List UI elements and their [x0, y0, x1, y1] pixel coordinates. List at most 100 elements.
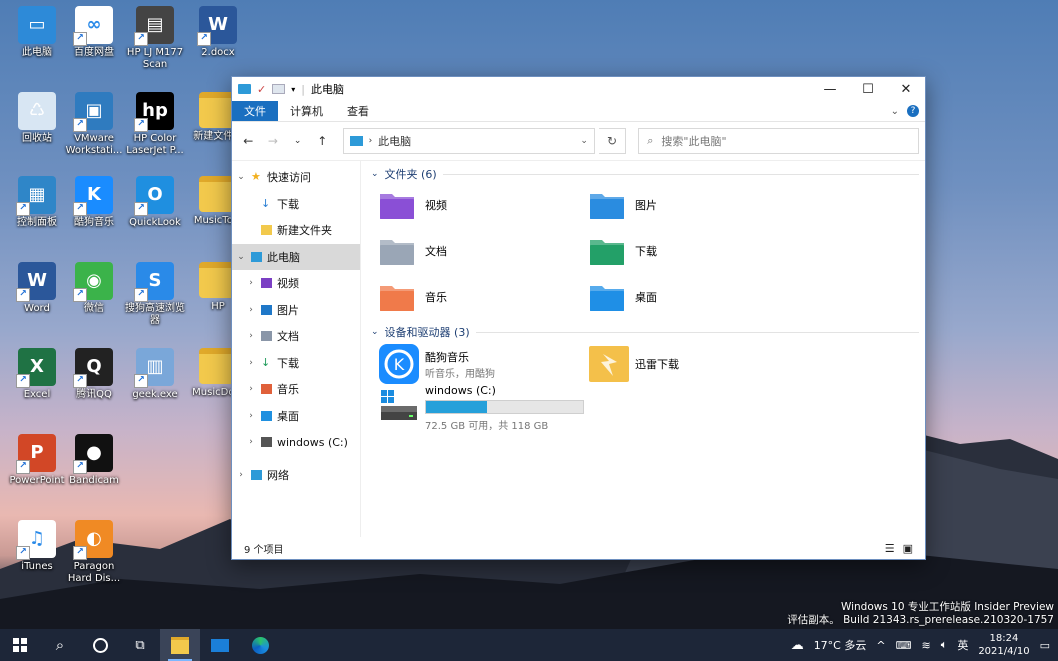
forward-arrow-icon[interactable]: → — [263, 134, 284, 148]
desktop-icon[interactable]: ◉ ↗ 微信 — [63, 262, 125, 315]
chevron-right-icon[interactable]: › — [246, 411, 256, 421]
new-folder-icon[interactable] — [272, 84, 286, 94]
expand-ribbon-chevron-icon[interactable]: ⌄ — [891, 106, 899, 117]
wifi-icon[interactable]: ≋ — [921, 639, 930, 652]
address-dropdown-icon[interactable]: ⌄ — [580, 136, 588, 146]
desktop-icon — [261, 410, 272, 421]
chevron-right-icon[interactable]: › — [236, 470, 246, 480]
desktop-icon[interactable]: W ↗ Word — [6, 262, 68, 315]
folder-tile[interactable]: 图片 — [589, 182, 799, 228]
group-collapse-chevron-icon[interactable]: ⌄ — [371, 169, 379, 179]
tab-computer[interactable]: 计算机 — [278, 101, 335, 121]
folder-tile[interactable]: 桌面 — [589, 274, 799, 320]
desktop-folder-icon — [589, 282, 625, 312]
chevron-down-icon[interactable]: ⌄ — [236, 252, 246, 262]
desktop-icon[interactable]: ♺ 回收站 — [6, 92, 68, 145]
folder-tile[interactable]: 文档 — [379, 228, 589, 274]
group-collapse-chevron-icon[interactable]: ⌄ — [371, 327, 379, 337]
customize-toolbar-chevron-icon[interactable]: ▾ — [291, 85, 295, 94]
title-bar[interactable]: ✓ ▾ | 此电脑 — ☐ ✕ — [232, 77, 925, 101]
sidebar-item[interactable]: › 网络 — [232, 462, 360, 489]
desktop-icon[interactable]: ▣ ↗ VMware Workstati... — [63, 92, 125, 157]
maximize-button[interactable]: ☐ — [849, 77, 887, 101]
folder-tile[interactable]: 下载 — [589, 228, 799, 274]
taskbar-mail[interactable] — [200, 629, 240, 661]
clock[interactable]: 18:24 2021/4/10 — [978, 632, 1029, 658]
volume-icon[interactable]: 🔈︎ — [941, 638, 948, 652]
help-icon[interactable]: ? — [907, 105, 919, 117]
desktop-icon[interactable]: ▭ 此电脑 — [6, 6, 68, 59]
tab-file[interactable]: 文件 — [232, 101, 278, 121]
cortana-button[interactable] — [80, 629, 120, 661]
computer-icon — [349, 136, 363, 146]
desktop-icon[interactable]: Q ↗ 腾讯QQ — [63, 348, 125, 401]
chevron-right-icon[interactable]: › — [246, 437, 256, 447]
sidebar-item[interactable]: › windows (C:) — [232, 429, 360, 456]
desktop-icon[interactable]: X ↗ Excel — [6, 348, 68, 401]
sidebar-item[interactable]: › 图片 — [232, 297, 360, 324]
desktop-icon[interactable]: ▦ ↗ 控制面板 — [6, 176, 68, 229]
desktop-icon[interactable]: ▤ ↗ HP LJ M177 Scan — [124, 6, 186, 71]
taskbar-edge[interactable] — [240, 629, 280, 661]
desktop-icon[interactable]: W ↗ 2.docx — [187, 6, 249, 59]
sidebar-item[interactable]: 新建文件夹 — [232, 217, 360, 244]
device-tile[interactable]: 迅雷下载 — [589, 340, 799, 388]
desktop-icon[interactable]: hp ↗ HP Color LaserJet P... — [124, 92, 186, 157]
desktop-icon[interactable]: ♫ ↗ iTunes — [6, 520, 68, 573]
address-bar[interactable]: › 此电脑 ⌄ — [342, 128, 595, 154]
chevron-down-icon[interactable]: ⌄ — [236, 172, 246, 182]
search-input[interactable]: 搜索"此电脑" — [661, 133, 726, 149]
chevron-right-icon[interactable]: › — [246, 384, 256, 394]
sidebar-item[interactable]: › 音乐 — [232, 376, 360, 403]
task-view-button[interactable]: ⧉ — [120, 629, 160, 661]
refresh-icon[interactable]: ↻ — [598, 128, 627, 154]
sidebar-item-label: 桌面 — [277, 409, 299, 423]
breadcrumb-this-pc[interactable]: 此电脑 — [378, 133, 411, 149]
desktop-icon[interactable]: S ↗ 搜狗高速浏览器 — [124, 262, 186, 327]
up-arrow-icon[interactable]: ↑ — [312, 134, 333, 148]
sidebar-item[interactable]: › 桌面 — [232, 403, 360, 430]
recent-locations-chevron-icon[interactable]: ⌄ — [287, 136, 308, 146]
tab-view[interactable]: 查看 — [335, 101, 381, 121]
sidebar-item[interactable]: ⌄ 此电脑 — [232, 243, 360, 270]
show-hidden-icons-icon[interactable]: ^ — [876, 639, 885, 652]
back-arrow-icon[interactable]: ← — [238, 134, 259, 148]
search-box[interactable]: ⌕ 搜索"此电脑" — [638, 128, 919, 154]
sidebar-item[interactable]: ⌄ ★ 快速访问 — [232, 164, 360, 191]
devices-group-header[interactable]: ⌄ 设备和驱动器 (3) — [371, 324, 919, 340]
notification-icon[interactable]: ▭ — [1040, 639, 1050, 652]
minimize-button[interactable]: — — [811, 77, 849, 101]
device-tile[interactable]: windows (C:) 72.5 GB 可用，共 118 GB — [379, 384, 589, 432]
chevron-right-icon[interactable]: › — [246, 305, 256, 315]
close-button[interactable]: ✕ — [887, 77, 925, 101]
desktop-icon[interactable]: O ↗ QuickLook — [124, 176, 186, 229]
chevron-right-icon[interactable]: › — [246, 278, 256, 288]
sidebar-item[interactable]: › 文档 — [232, 323, 360, 350]
folders-group-header[interactable]: ⌄ 文件夹 (6) — [371, 166, 919, 182]
sidebar-item[interactable]: › ↓ 下载 — [232, 350, 360, 377]
chevron-right-icon[interactable]: › — [246, 358, 256, 368]
file-explorer-window[interactable]: ✓ ▾ | 此电脑 — ☐ ✕ 文件 计算机 查看 ⌄ ? ← → ⌄ ↑ › … — [231, 76, 926, 560]
cloud-weather-icon[interactable]: ☁ — [791, 638, 804, 653]
folder-tile[interactable]: 音乐 — [379, 274, 589, 320]
desktop-icon[interactable]: ▥ ↗ geek.exe — [124, 348, 186, 401]
details-view-icon[interactable]: ☰ — [885, 542, 895, 555]
desktop-icon[interactable]: P ↗ PowerPoint — [6, 434, 68, 487]
desktop-icon[interactable]: ◐ ↗ Paragon Hard Dis... — [63, 520, 125, 585]
weather-text[interactable]: 17°C 多云 — [814, 637, 867, 653]
device-tile[interactable]: K 酷狗音乐 听音乐，用酷狗 — [379, 340, 589, 388]
large-icons-view-icon[interactable]: ▣ — [903, 542, 913, 555]
taskbar-file-explorer[interactable] — [160, 629, 200, 661]
desktop-icon[interactable]: ∞ ↗ 百度网盘 — [63, 6, 125, 59]
search-button[interactable]: ⌕ — [40, 629, 80, 661]
input-method-indicator[interactable]: 英 — [957, 637, 968, 653]
desktop-icon[interactable]: K ↗ 酷狗音乐 — [63, 176, 125, 229]
folder-tile[interactable]: 视频 — [379, 182, 589, 228]
sidebar-item[interactable]: ↓ 下载 — [232, 191, 360, 218]
sidebar-item[interactable]: › 视频 — [232, 270, 360, 297]
quick-access-properties-icon[interactable]: ✓ — [257, 83, 266, 96]
desktop-icon[interactable]: ● ↗ Bandicam — [63, 434, 125, 487]
keyboard-icon[interactable]: ⌨ — [896, 639, 912, 652]
start-button[interactable] — [0, 629, 40, 661]
chevron-right-icon[interactable]: › — [246, 331, 256, 341]
